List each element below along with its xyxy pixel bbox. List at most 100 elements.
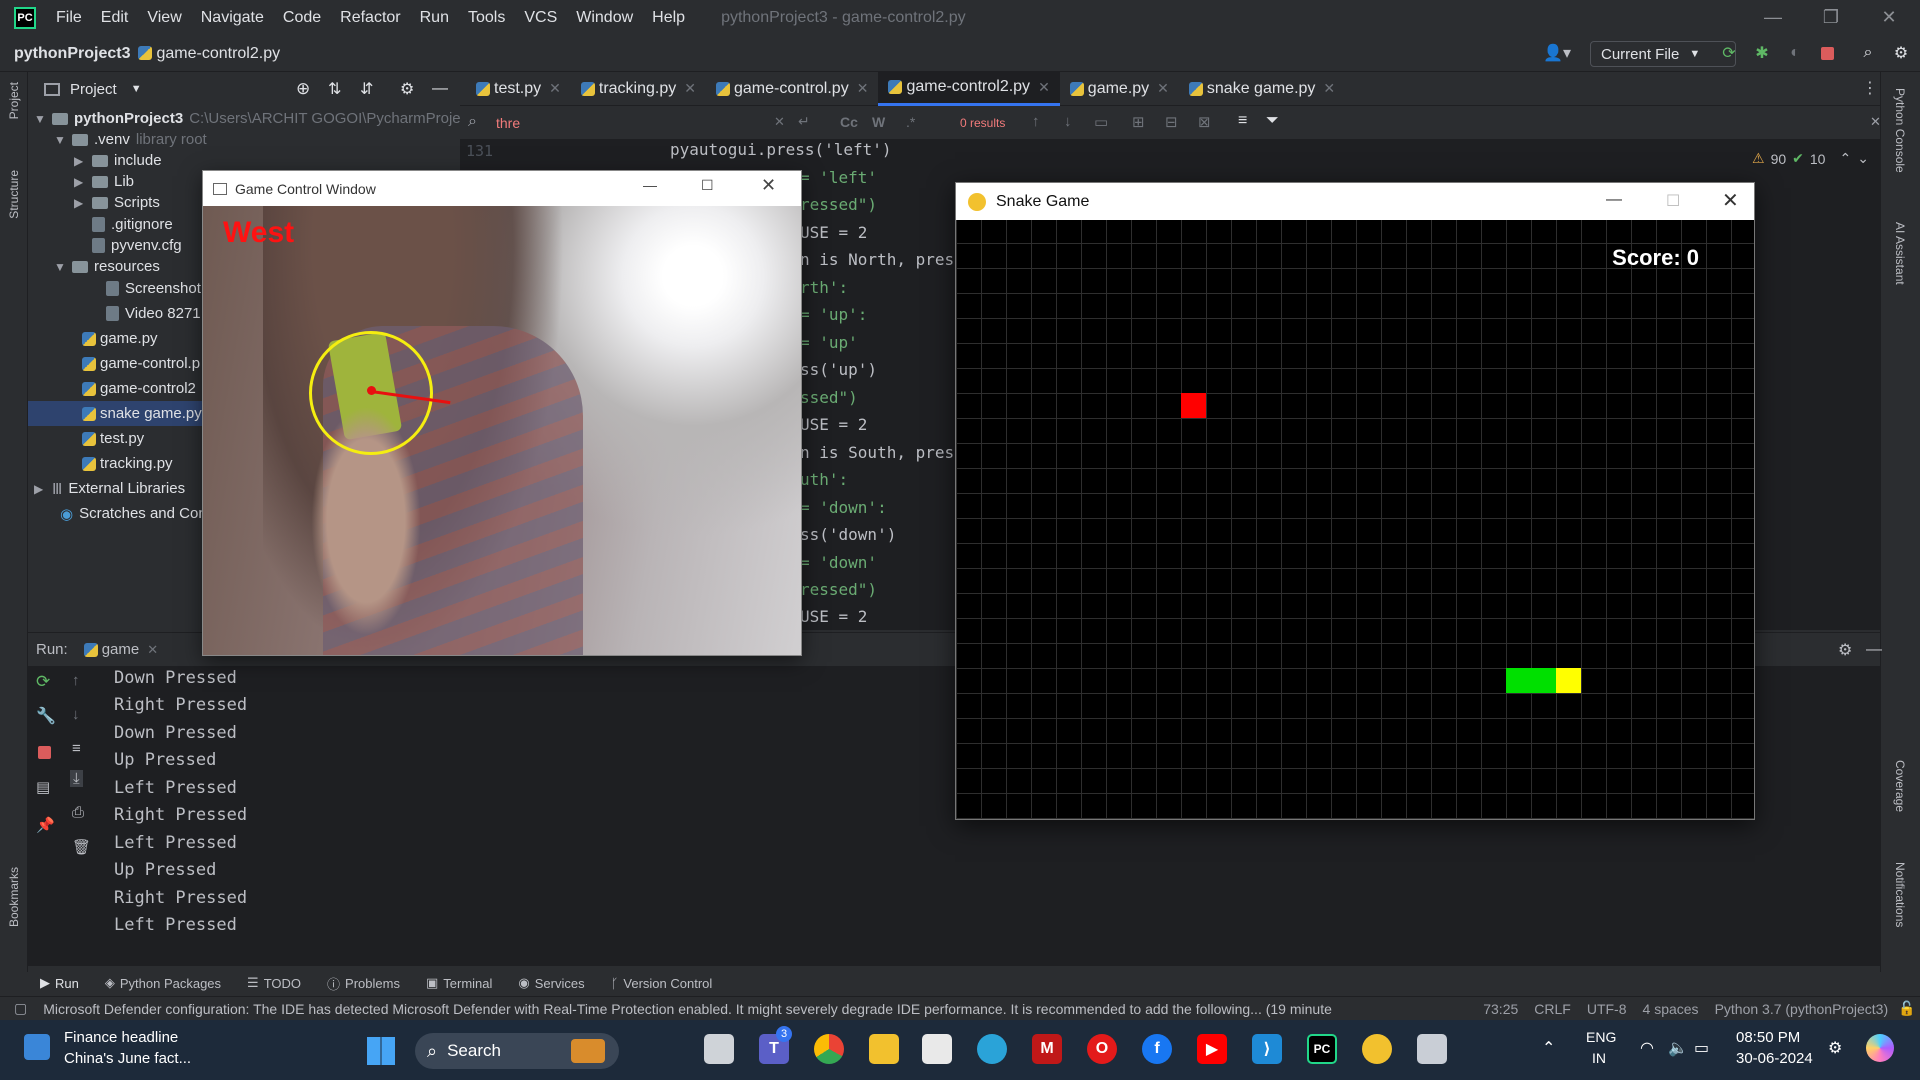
minimize-icon[interactable]: — [1606, 191, 1622, 209]
close-tab-icon[interactable]: ✕ [549, 80, 561, 97]
chevron-down-icon[interactable]: ⌄ [1857, 150, 1869, 167]
maximize-icon[interactable]: ☐ [701, 177, 714, 194]
python-interpreter[interactable]: Python 3.7 (pythonProject3) [1715, 1001, 1889, 1017]
edge-icon[interactable] [977, 1034, 1007, 1064]
close-tab-icon[interactable]: ✕ [147, 642, 158, 658]
project-panel-title[interactable]: Project [70, 81, 117, 98]
close-tab-icon[interactable]: ✕ [684, 80, 696, 97]
tree-item-external-libraries[interactable]: ▶ Ⅲ External Libraries [34, 476, 185, 501]
remove-selection-icon[interactable]: ⊟ [1165, 113, 1178, 131]
menu-vcs[interactable]: VCS [524, 9, 557, 27]
clear-search-icon[interactable]: ✕ [774, 114, 785, 130]
mcafee-icon[interactable]: M [1032, 1034, 1062, 1064]
tool-window-notifications[interactable]: Notifications [1893, 862, 1907, 927]
run-config-select[interactable]: Current File ▼ [1590, 41, 1736, 67]
tab-game-control-py[interactable]: game-control.py ✕ [706, 72, 878, 106]
tool-window-structure[interactable]: Structure [7, 170, 21, 219]
file-explorer-icon[interactable] [869, 1034, 899, 1064]
wifi-icon[interactable]: ◠ [1640, 1038, 1654, 1058]
stop-icon[interactable] [1816, 42, 1838, 64]
vscode-icon[interactable]: ⟩ [1252, 1034, 1282, 1064]
add-selection-icon[interactable]: ⊞ [1132, 113, 1145, 131]
menu-code[interactable]: Code [283, 9, 321, 27]
more-tabs-icon[interactable]: ⋮ [1862, 78, 1878, 98]
select-all-occurrences-icon[interactable]: ▭ [1094, 113, 1108, 131]
rerun-icon[interactable]: ⟳ [1718, 42, 1740, 64]
close-icon[interactable]: ✕ [761, 175, 776, 196]
close-tab-icon[interactable]: ✕ [1038, 79, 1050, 96]
locate-icon[interactable]: ⊕ [296, 79, 310, 99]
tool-window-bookmarks[interactable]: Bookmarks [7, 867, 21, 927]
settings-icon[interactable]: ⚙ [1828, 1038, 1842, 1058]
coverage-icon[interactable]: ◐ [1784, 42, 1806, 64]
caret-position[interactable]: 73:25 [1483, 1001, 1518, 1017]
filter-icon[interactable]: ⏷ [1266, 112, 1279, 130]
find-input[interactable]: thre [496, 115, 520, 131]
restore-icon[interactable]: ❐ [1802, 0, 1860, 34]
language-secondary[interactable]: IN [1592, 1050, 1606, 1066]
settings-icon[interactable]: ⚙ [1890, 42, 1912, 64]
tab-snake-game-py[interactable]: snake game.py ✕ [1179, 72, 1345, 106]
copilot-icon[interactable] [1866, 1034, 1894, 1062]
gear-icon[interactable]: ⚙ [400, 79, 414, 99]
print-icon[interactable]: ⎙ [72, 804, 84, 821]
chevron-up-icon[interactable]: ⌃ [1542, 1038, 1555, 1058]
clock-time[interactable]: 08:50 PM [1736, 1029, 1800, 1046]
menu-navigate[interactable]: Navigate [201, 9, 264, 27]
pin-icon[interactable]: 📌 [36, 816, 55, 834]
debug-icon[interactable]: ✱ [1751, 42, 1773, 64]
menu-file[interactable]: File [56, 9, 82, 27]
indent-setting[interactable]: 4 spaces [1643, 1001, 1699, 1017]
user-icon[interactable]: 👤▾ [1542, 42, 1572, 64]
tool-tab-services[interactable]: ◉ Services [518, 975, 584, 991]
news-subtitle[interactable]: China's June fact... [64, 1050, 191, 1067]
tree-item-game-control2[interactable]: game-control2 [82, 376, 196, 401]
panel-toggle-icon[interactable]: ▢ [14, 1000, 27, 1017]
scroll-to-end-icon[interactable]: ⤓ [70, 770, 83, 787]
expand-all-icon[interactable]: ⇅ [328, 79, 341, 99]
chevron-up-icon[interactable]: ⌃ [1839, 150, 1851, 167]
clock-date[interactable]: 30-06-2024 [1736, 1050, 1813, 1067]
close-icon[interactable]: ✕ [1722, 188, 1739, 213]
battery-icon[interactable]: ▭ [1694, 1038, 1709, 1058]
tree-item-test[interactable]: test.py [82, 426, 144, 451]
tool-window-ai-assistant[interactable]: AI Assistant [1893, 222, 1907, 285]
wrench-icon[interactable]: 🔧 [36, 706, 56, 726]
next-match-icon[interactable]: ↓ [1064, 113, 1072, 130]
menu-refactor[interactable]: Refactor [340, 9, 400, 27]
chrome-icon[interactable] [814, 1034, 844, 1064]
game-board[interactable]: Score: 0 [956, 220, 1754, 819]
tree-item-video[interactable]: Video 8271 [106, 301, 201, 326]
minimize-icon[interactable]: — [643, 177, 657, 193]
facebook-icon[interactable]: f [1142, 1034, 1172, 1064]
run-tab-game[interactable]: game ✕ [83, 641, 158, 658]
youtube-icon[interactable]: ▶ [1197, 1034, 1227, 1064]
tool-tab-run[interactable]: ▶ Run [40, 975, 79, 991]
breadcrumb-project[interactable]: pythonProject3 [14, 45, 130, 63]
gear-icon[interactable]: ⚙ [1838, 640, 1852, 660]
volume-icon[interactable]: 🔈 [1668, 1038, 1688, 1058]
regex-toggle[interactable]: .* [906, 114, 915, 130]
previous-match-icon[interactable]: ↑ [1032, 113, 1040, 130]
breadcrumb-file[interactable]: game-control2.py [138, 45, 280, 63]
tool-tab-terminal[interactable]: ▣ Terminal [426, 975, 492, 991]
inspection-widget[interactable]: ⚠ 90 ✔ 10 ⌃ ⌄ [1752, 150, 1869, 167]
tab-tracking-py[interactable]: tracking.py ✕ [571, 72, 706, 106]
status-message[interactable]: Microsoft Defender configuration: The ID… [43, 1001, 1463, 1017]
tool-window-coverage[interactable]: Coverage [1893, 760, 1907, 812]
line-separator[interactable]: CRLF [1534, 1001, 1571, 1017]
select-all-icon[interactable]: ⊠ [1198, 113, 1211, 131]
tree-item-game[interactable]: game.py [82, 326, 158, 351]
tab-game-control2-py[interactable]: game-control2.py ✕ [878, 71, 1060, 106]
tab-game-py[interactable]: game.py ✕ [1060, 72, 1179, 106]
store-icon[interactable] [922, 1034, 952, 1064]
tool-tab-todo[interactable]: ☰ TODO [247, 975, 301, 991]
pycharm-icon[interactable]: PC [1307, 1034, 1337, 1064]
tree-item-screenshot[interactable]: Screenshot [106, 276, 201, 301]
tree-item-scratches[interactable]: ◉ Scratches and Con [60, 501, 207, 526]
close-tab-icon[interactable]: ✕ [1323, 80, 1335, 97]
menu-run[interactable]: Run [420, 9, 449, 27]
soft-wrap-icon[interactable]: ≡ [72, 740, 81, 757]
tool-window-python-console[interactable]: Python Console [1893, 88, 1907, 173]
close-tab-icon[interactable]: ✕ [1157, 80, 1169, 97]
